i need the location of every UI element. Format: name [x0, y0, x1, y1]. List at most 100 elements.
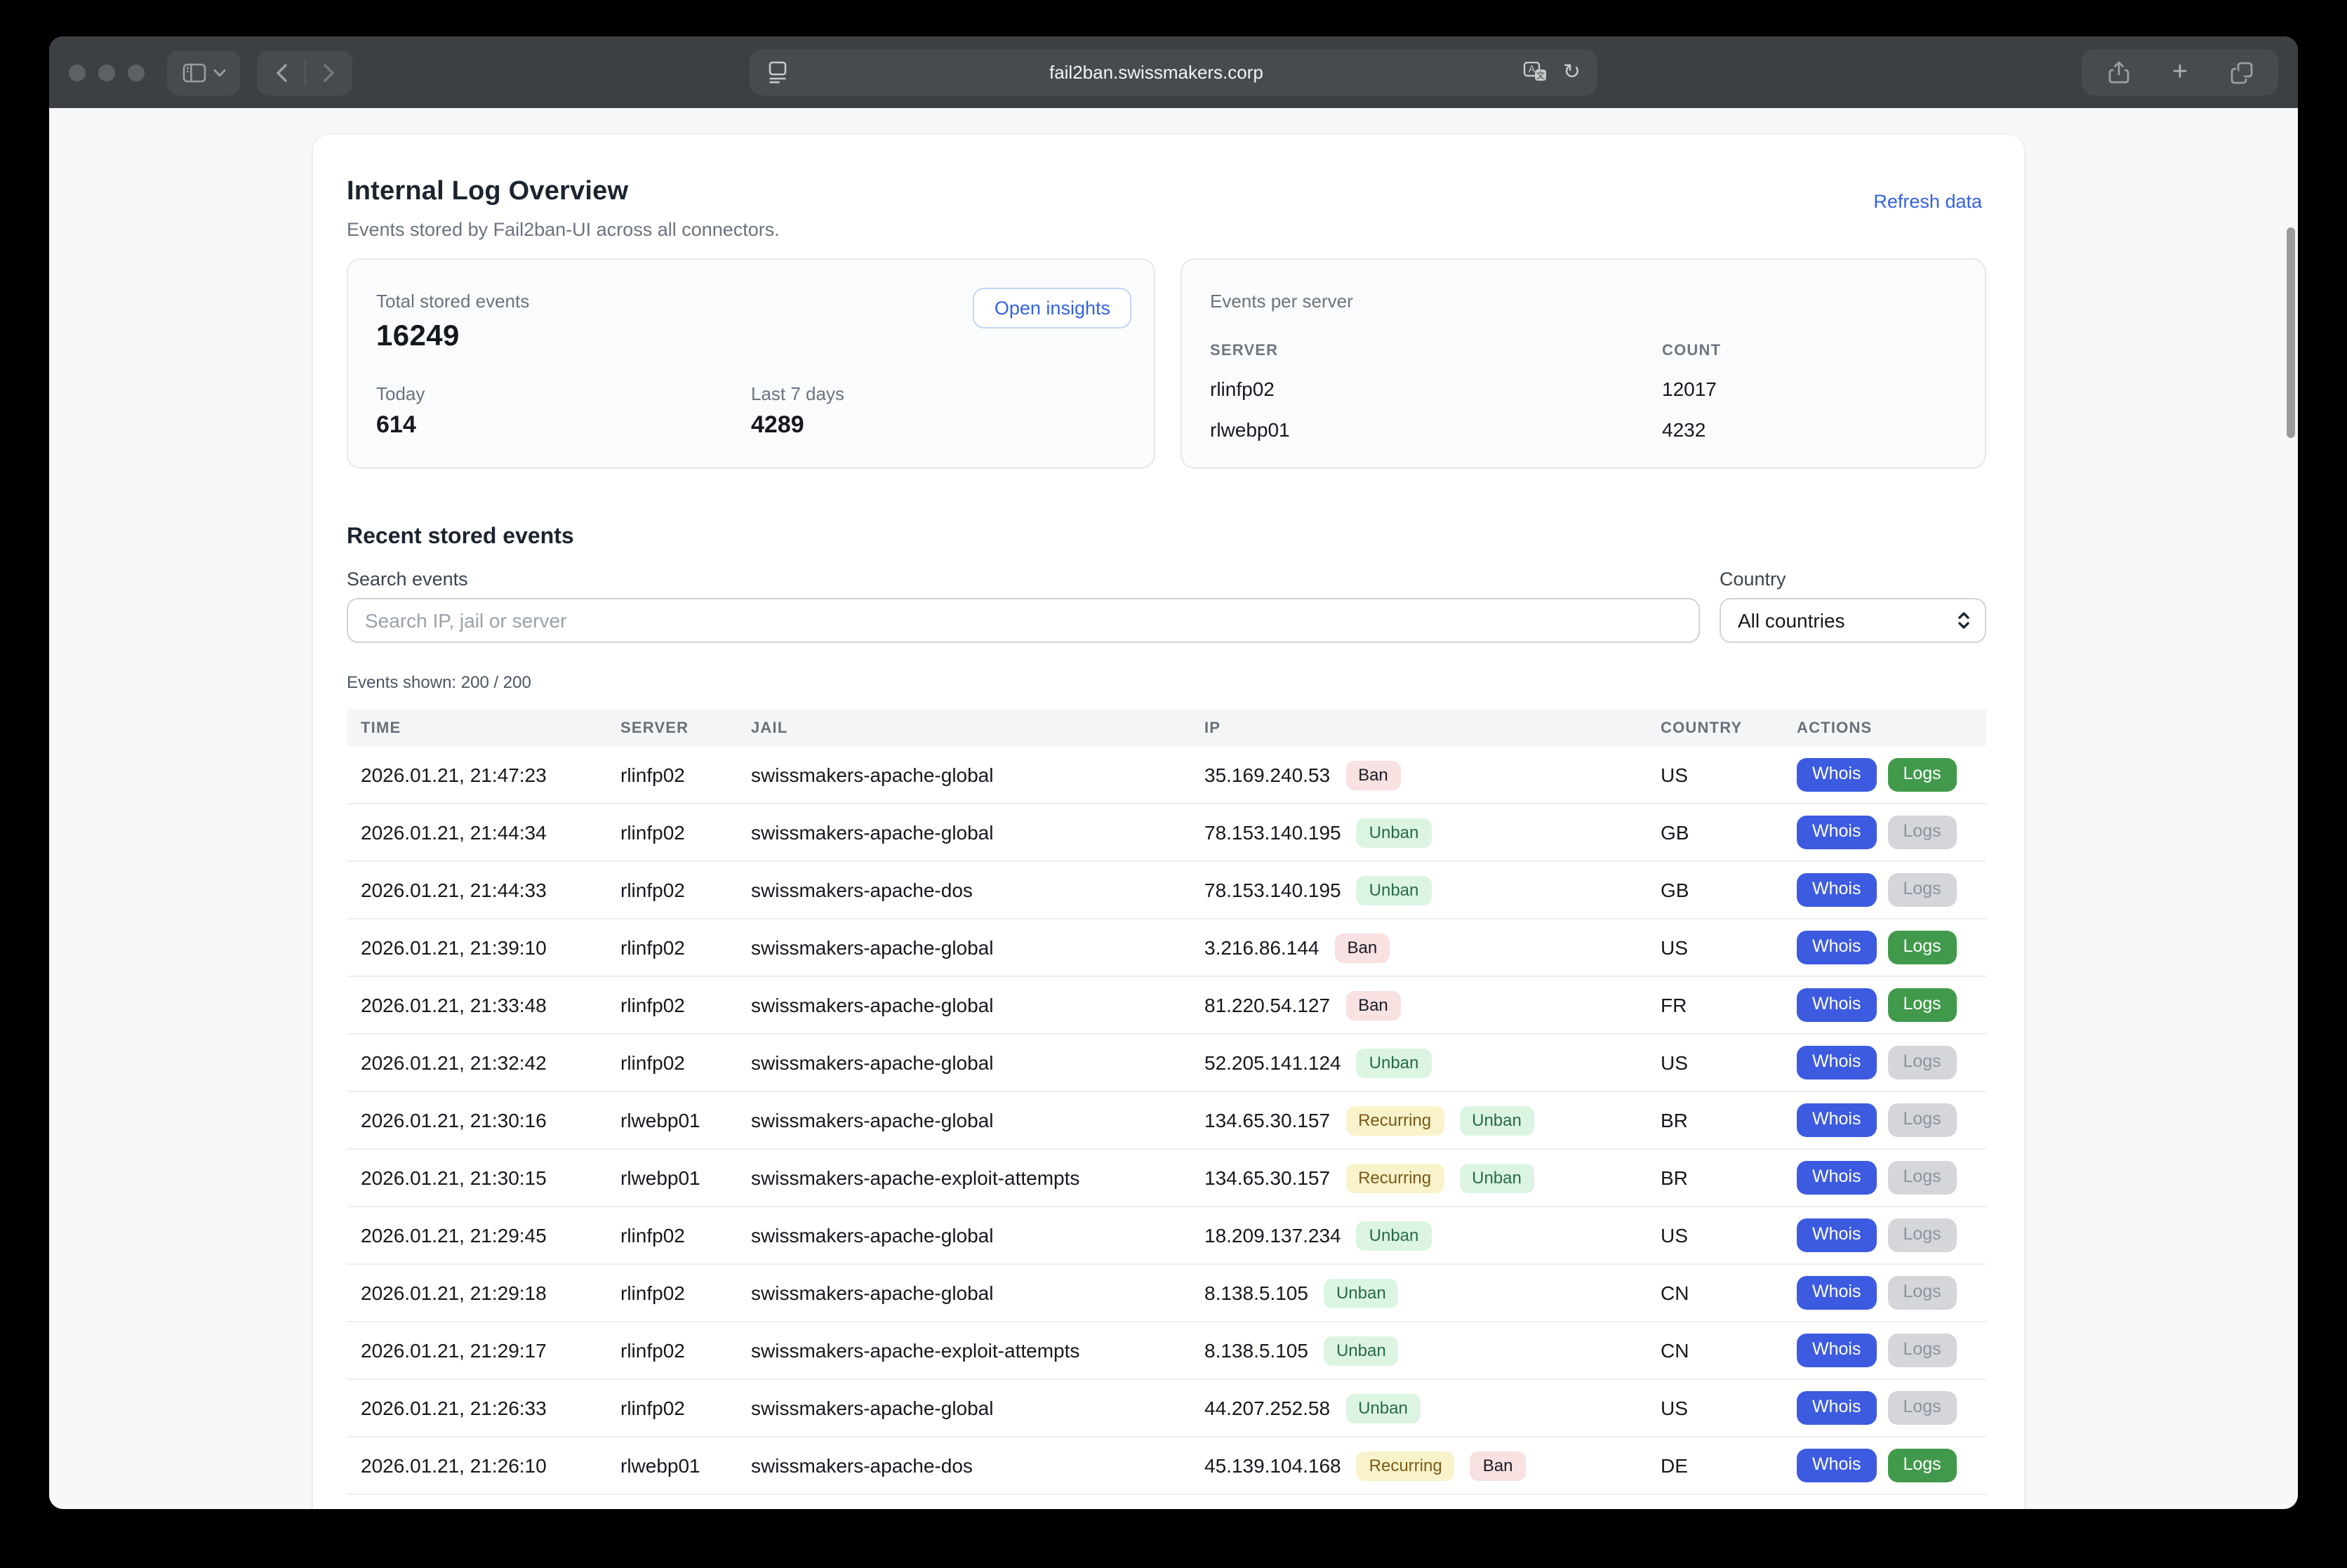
whois-button[interactable]: Whois [1797, 988, 1876, 1022]
event-ip: 18.209.137.234 [1204, 1224, 1341, 1247]
event-server: rlinfp02 [606, 879, 737, 901]
unban-badge: Unban [1324, 1278, 1399, 1308]
event-ip-cell: 78.153.140.195 Unban [1190, 875, 1647, 905]
reload-icon[interactable]: ↻ [1563, 62, 1581, 83]
whois-button[interactable]: Whois [1797, 1161, 1876, 1195]
recurring-badge: Recurring [1357, 1451, 1455, 1480]
svg-text:A: A [1529, 63, 1536, 74]
forward-button[interactable] [305, 62, 352, 82]
open-insights-button[interactable]: Open insights [973, 288, 1131, 328]
event-server: rlwebp01 [606, 1454, 737, 1477]
search-group: Search events [347, 569, 1700, 643]
per-server-table: SERVER COUNT rlinfp0212017rlwebp014232 [1210, 343, 1957, 441]
minimize-button[interactable] [98, 64, 115, 81]
logs-button[interactable]: Logs [1887, 1218, 1956, 1252]
refresh-data-link[interactable]: Refresh data [1873, 191, 1982, 212]
search-input[interactable] [347, 598, 1700, 643]
event-country: US [1647, 764, 1783, 786]
whois-button[interactable]: Whois [1797, 1391, 1876, 1425]
event-country: US [1647, 1224, 1783, 1247]
event-time: 2026.01.21, 21:47:23 [347, 764, 606, 786]
event-country: FR [1647, 994, 1783, 1016]
svg-text:文: 文 [1537, 70, 1545, 81]
event-time: 2026.01.21, 21:33:48 [347, 994, 606, 1016]
event-ip-cell: 134.65.30.157 RecurringUnban [1190, 1163, 1647, 1192]
tabs-overview-icon [2230, 61, 2253, 84]
logs-button[interactable]: Logs [1887, 988, 1956, 1022]
event-jail: swissmakers-apache-global [737, 1397, 1190, 1419]
events-per-server-card: Events per server SERVER COUNT rlinfp021… [1181, 258, 1986, 469]
events-table: TIME SERVER JAIL IP COUNTRY ACTIONS 2026… [347, 709, 1986, 1495]
logs-button[interactable]: Logs [1887, 1276, 1956, 1310]
table-row: 2026.01.21, 21:33:48 rlinfp02 swissmaker… [347, 977, 1986, 1035]
event-ip-cell: 134.65.30.157 RecurringUnban [1190, 1105, 1647, 1135]
event-time: 2026.01.21, 21:26:10 [347, 1454, 606, 1477]
col-header-ip: IP [1190, 719, 1647, 736]
whois-button[interactable]: Whois [1797, 931, 1876, 964]
toolbar-right-buttons: + [2082, 49, 2278, 95]
event-ip-cell: 8.138.5.105 Unban [1190, 1336, 1647, 1365]
logs-button[interactable]: Logs [1887, 931, 1956, 964]
logs-button[interactable]: Logs [1887, 1449, 1956, 1482]
table-row: 2026.01.21, 21:29:45 rlinfp02 swissmaker… [347, 1207, 1986, 1265]
sidebar-toggle-button[interactable] [167, 50, 240, 95]
event-jail: swissmakers-apache-dos [737, 879, 1190, 901]
table-row: 2026.01.21, 21:47:23 rlinfp02 swissmaker… [347, 747, 1986, 804]
event-actions: Whois Logs [1783, 758, 1986, 792]
close-button[interactable] [69, 64, 86, 81]
event-server: rlinfp02 [606, 1282, 737, 1304]
event-jail: swissmakers-apache-exploit-attempts [737, 1339, 1190, 1362]
logs-button[interactable]: Logs [1887, 816, 1956, 849]
share-button[interactable] [2090, 49, 2146, 95]
last7-stat: Last 7 days 4289 [751, 383, 1126, 439]
logs-button[interactable]: Logs [1887, 1046, 1956, 1079]
event-actions: Whois Logs [1783, 1218, 1986, 1252]
whois-button[interactable]: Whois [1797, 1449, 1876, 1482]
logs-button[interactable]: Logs [1887, 1334, 1956, 1367]
table-row: 2026.01.21, 21:30:15 rlwebp01 swissmaker… [347, 1150, 1986, 1207]
logs-button[interactable]: Logs [1887, 873, 1956, 907]
logs-button[interactable]: Logs [1887, 1391, 1956, 1425]
whois-button[interactable]: Whois [1797, 1218, 1876, 1252]
event-time: 2026.01.21, 21:44:33 [347, 879, 606, 901]
event-jail: swissmakers-apache-global [737, 994, 1190, 1016]
logs-button[interactable]: Logs [1887, 758, 1956, 792]
page-title: Internal Log Overview [347, 177, 1986, 208]
server-name: rlinfp02 [1210, 378, 1275, 400]
zoom-button[interactable] [128, 64, 145, 81]
page-header: Internal Log Overview Events stored by F… [347, 177, 1986, 240]
whois-button[interactable]: Whois [1797, 1103, 1876, 1137]
address-bar[interactable]: fail2ban.swissmakers.corp A 文 ↻ [750, 49, 1597, 95]
event-jail: swissmakers-apache-global [737, 764, 1190, 786]
table-row: 2026.01.21, 21:32:42 rlinfp02 swissmaker… [347, 1035, 1986, 1092]
event-ip-cell: 44.207.252.58 Unban [1190, 1393, 1647, 1423]
whois-button[interactable]: Whois [1797, 1276, 1876, 1310]
ban-badge: Ban [1470, 1451, 1526, 1480]
server-count: 4232 [1662, 418, 1706, 441]
whois-button[interactable]: Whois [1797, 1046, 1876, 1079]
whois-button[interactable]: Whois [1797, 873, 1876, 907]
unban-badge: Unban [1357, 875, 1432, 905]
event-actions: Whois Logs [1783, 1391, 1986, 1425]
ban-badge: Ban [1345, 760, 1401, 790]
whois-button[interactable]: Whois [1797, 758, 1876, 792]
event-jail: swissmakers-apache-global [737, 1051, 1190, 1074]
vertical-scrollbar-thumb[interactable] [2287, 227, 2295, 438]
back-button[interactable] [258, 62, 304, 82]
event-actions: Whois Logs [1783, 873, 1986, 907]
logs-button[interactable]: Logs [1887, 1161, 1956, 1195]
event-country: US [1647, 1397, 1783, 1419]
whois-button[interactable]: Whois [1797, 1334, 1876, 1367]
event-ip: 134.65.30.157 [1204, 1167, 1330, 1189]
tab-overview-button[interactable] [2214, 49, 2270, 95]
table-row: 2026.01.21, 21:30:16 rlwebp01 swissmaker… [347, 1092, 1986, 1150]
share-icon [2108, 60, 2129, 84]
translate-icon[interactable]: A 文 [1524, 62, 1549, 83]
country-select[interactable]: All countries [1720, 598, 1986, 643]
whois-button[interactable]: Whois [1797, 816, 1876, 849]
event-jail: swissmakers-apache-global [737, 1282, 1190, 1304]
table-row: 2026.01.21, 21:44:34 rlinfp02 swissmaker… [347, 804, 1986, 862]
event-country: GB [1647, 821, 1783, 844]
logs-button[interactable]: Logs [1887, 1103, 1956, 1137]
new-tab-button[interactable]: + [2152, 49, 2208, 95]
